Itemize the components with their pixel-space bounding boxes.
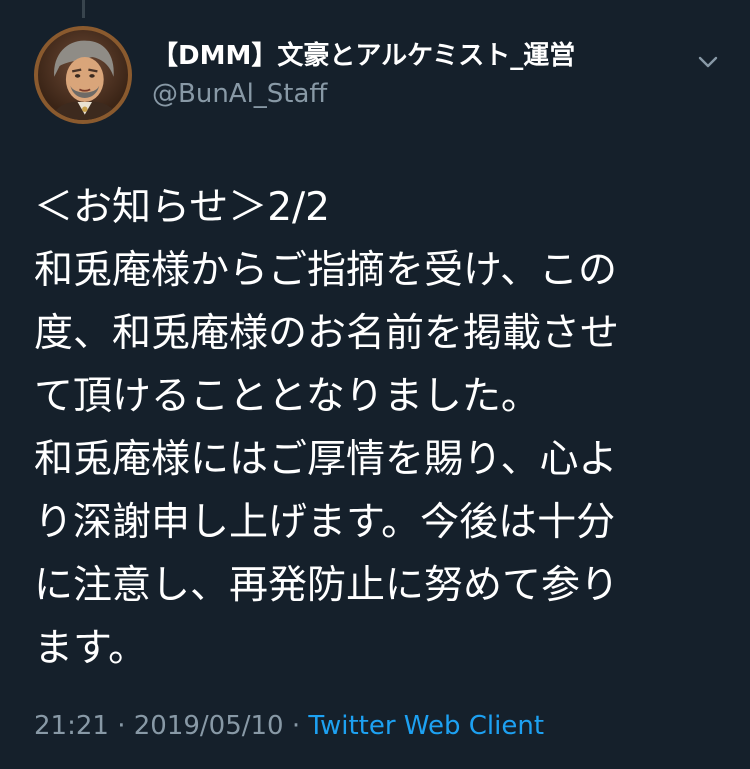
chevron-down-icon (698, 56, 718, 68)
tweet-date[interactable]: 2019/05/10 (134, 711, 284, 741)
tweet-text-line: 和兎庵様にはご厚情を賜り、心よ (34, 437, 618, 482)
username-handle[interactable]: @BunAl_Staff (152, 76, 327, 112)
tweet-text-line: り深謝申し上げます。今後は十分 (34, 500, 616, 545)
tweet-text-line: ます。 (34, 626, 148, 671)
tweet-text: ＜お知らせ＞2/2 和兎庵様からご指摘を受け、この 度、和兎庵様のお名前を掲載さ… (34, 176, 724, 680)
tweet-text-line: ＜お知らせ＞2/2 (34, 185, 330, 230)
character-portrait-icon (50, 40, 119, 120)
tweet-metadata: 21:21 · 2019/05/10 · Twitter Web Client (34, 706, 544, 746)
tweet-text-line: て頂けることとなりました。 (34, 374, 540, 419)
tweet-source-link[interactable]: Twitter Web Client (308, 711, 544, 741)
tweet-text-line: に注意し、再発防止に努めて参り (34, 563, 620, 608)
thread-connector-line (82, 0, 85, 18)
avatar[interactable] (34, 26, 132, 124)
display-name[interactable]: 【DMM】文豪とアルケミスト_運営 (152, 38, 575, 74)
tweet-time[interactable]: 21:21 (34, 711, 109, 741)
meta-separator: · (291, 711, 301, 741)
tweet-menu-button[interactable] (692, 46, 724, 78)
tweet-text-line: 度、和兎庵様のお名前を掲載させ (34, 311, 620, 356)
meta-separator: · (117, 711, 126, 741)
tweet-text-line: 和兎庵様からご指摘を受け、この (34, 248, 618, 293)
